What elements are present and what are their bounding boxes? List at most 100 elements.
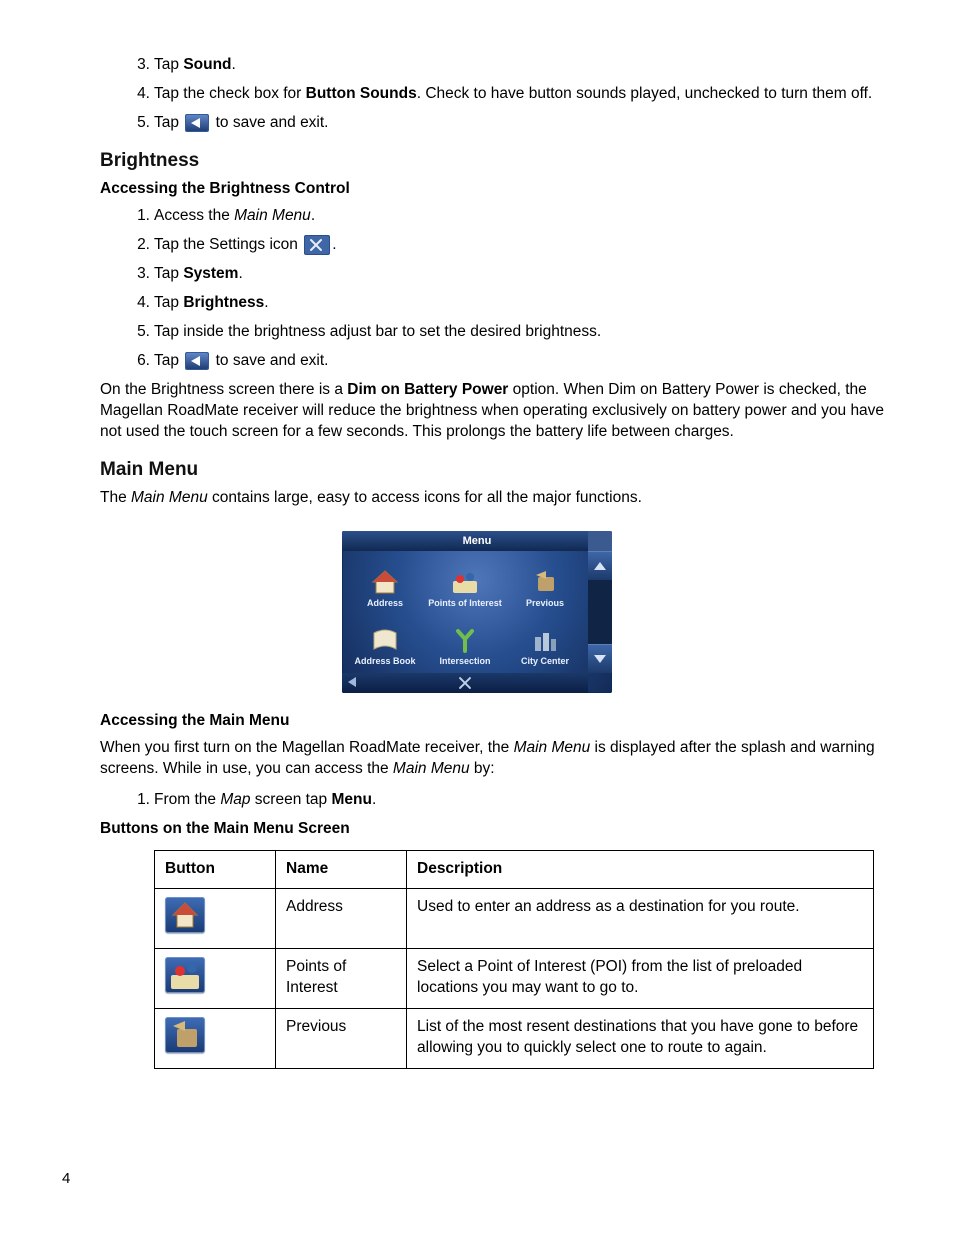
italic-text: Map <box>220 791 250 808</box>
brightness-steps-list: 1.Access the Main Menu. 2.Tap the Setting… <box>60 206 894 372</box>
main-menu-access-list: 1.From the Map screen tap Menu. <box>60 790 894 811</box>
menu-item-icon <box>450 569 480 595</box>
menu-item-label: Address <box>367 597 403 609</box>
main-menu-access-paragraph: When you first turn on the Magellan Road… <box>60 738 894 780</box>
brightness-step-item: 3.Tap System. <box>130 264 894 285</box>
th-description: Description <box>407 850 874 888</box>
brightness-step-item: 2.Tap the Settings icon . <box>130 235 894 256</box>
previous-button-icon <box>165 1017 205 1053</box>
buttons-table: Button Name Description AddressUsed to e… <box>154 850 874 1069</box>
brightness-step-item: 6.Tap to save and exit. <box>130 351 894 372</box>
address-button-icon <box>165 897 205 933</box>
bold-text: System <box>183 265 238 282</box>
table-row: AddressUsed to enter an address as a des… <box>155 888 874 948</box>
menu-title: Menu <box>463 535 492 547</box>
cell-button-icon <box>155 948 276 1008</box>
sound-step-item: 5.Tap to save and exit. <box>130 113 894 134</box>
list-number: 5. <box>130 322 150 343</box>
bold-text: Brightness <box>183 294 264 311</box>
cell-description: Select a Point of Interest (POI) from th… <box>407 948 874 1008</box>
bold-text: Button Sounds <box>306 85 417 102</box>
back-icon <box>185 352 209 370</box>
menu-item-previous[interactable]: Previous <box>506 555 584 611</box>
cell-button-icon <box>155 1008 276 1068</box>
menu-item-icon <box>370 569 400 595</box>
list-number: 6. <box>130 351 150 372</box>
menu-item-label: Address Book <box>354 655 415 667</box>
italic-text: Main Menu <box>393 760 470 777</box>
brightness-step-item: 4.Tap Brightness. <box>130 293 894 314</box>
bold-text: Menu <box>331 791 371 808</box>
triangle-down-icon <box>594 655 606 663</box>
list-number: 2. <box>130 235 150 256</box>
bold-text: Dim on Battery Power <box>347 381 508 398</box>
main-menu-intro: The Main Menu contains large, easy to ac… <box>60 488 894 509</box>
scroll-up-button[interactable] <box>588 551 612 580</box>
cell-description: List of the most resent destinations tha… <box>407 1008 874 1068</box>
main-menu-screenshot-wrap: Menu AddressPoints of InterestPreviousAd… <box>60 531 894 693</box>
scroll-track <box>588 580 612 644</box>
document-page: 3.Tap Sound. 4.Tap the check box for Butt… <box>0 0 954 1235</box>
th-name: Name <box>276 850 407 888</box>
mainmenu-access-step-item: 1.From the Map screen tap Menu. <box>130 790 894 811</box>
buttons-table-wrap: Button Name Description AddressUsed to e… <box>60 850 894 1069</box>
brightness-step-item: 1.Access the Main Menu. <box>130 206 894 227</box>
menu-status-icon <box>588 531 612 551</box>
menu-grid: Address Points of Interest Previous Address… <box>346 555 584 669</box>
italic-text: Main Menu <box>234 207 311 224</box>
table-row: PreviousList of the most resent destinat… <box>155 1008 874 1068</box>
cell-name: Address <box>276 888 407 948</box>
subheading-buttons-main-menu: Buttons on the Main Menu Screen <box>60 819 894 840</box>
heading-main-menu: Main Menu <box>60 457 894 483</box>
cell-description: Used to enter an address as a destinatio… <box>407 888 874 948</box>
list-number: 1. <box>130 206 150 227</box>
menu-item-address[interactable]: Address <box>346 555 424 611</box>
triangle-up-icon <box>594 562 606 570</box>
th-button: Button <box>155 850 276 888</box>
menu-item-icon <box>450 627 480 653</box>
cell-name: Previous <box>276 1008 407 1068</box>
bold-text: Sound <box>183 56 231 73</box>
sound-steps-list: 3.Tap Sound. 4.Tap the check box for Butt… <box>60 55 894 134</box>
list-number: 3. <box>130 264 150 285</box>
menu-item-label: City Center <box>521 655 569 667</box>
list-number: 4. <box>130 293 150 314</box>
menu-item-address-book[interactable]: Address Book <box>346 613 424 669</box>
menu-item-label: Previous <box>526 597 564 609</box>
cell-name: Points of Interest <box>276 948 407 1008</box>
table-row: Points of InterestSelect a Point of Inte… <box>155 948 874 1008</box>
settings-icon <box>304 235 330 255</box>
menu-bottom-bar <box>342 673 588 693</box>
settings-tools-icon[interactable] <box>457 675 473 691</box>
menu-item-icon <box>370 627 400 653</box>
italic-text: Main Menu <box>131 489 208 506</box>
sound-step-item: 3.Tap Sound. <box>130 55 894 76</box>
subheading-accessing-main-menu: Accessing the Main Menu <box>60 711 894 732</box>
main-menu-screenshot: Menu AddressPoints of InterestPreviousAd… <box>342 531 612 693</box>
subheading-brightness-control: Accessing the Brightness Control <box>60 179 894 200</box>
menu-item-city-center[interactable]: City Center <box>506 613 584 669</box>
list-number: 5. <box>130 113 150 134</box>
poi-button-icon <box>165 957 205 993</box>
brightness-paragraph: On the Brightness screen there is a Dim … <box>60 380 894 443</box>
list-number: 4. <box>130 84 150 105</box>
menu-titlebar: Menu <box>342 531 612 551</box>
menu-item-intersection[interactable]: Intersection <box>426 613 504 669</box>
list-number: 1. <box>130 790 150 811</box>
page-number: 4 <box>62 1169 70 1189</box>
brightness-step-item: 5.Tap inside the brightness adjust bar t… <box>130 322 894 343</box>
menu-back-icon[interactable] <box>348 677 356 687</box>
menu-item-icon <box>530 569 560 595</box>
scroll-down-button[interactable] <box>588 644 612 673</box>
italic-text: Main Menu <box>514 739 591 756</box>
cell-button-icon <box>155 888 276 948</box>
menu-item-label: Intersection <box>439 655 490 667</box>
heading-brightness: Brightness <box>60 148 894 174</box>
back-icon <box>185 114 209 132</box>
menu-item-points-of-interest[interactable]: Points of Interest <box>426 555 504 611</box>
list-number: 3. <box>130 55 150 76</box>
menu-scrollbar <box>588 551 612 673</box>
menu-item-icon <box>530 627 560 653</box>
sound-step-item: 4.Tap the check box for Button Sounds. C… <box>130 84 894 105</box>
menu-item-label: Points of Interest <box>428 597 502 609</box>
